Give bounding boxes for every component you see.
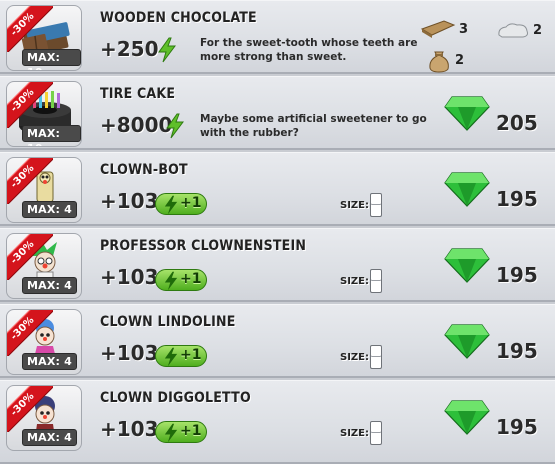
wood-plank-icon bbox=[420, 20, 456, 38]
discount-ribbon: -30% bbox=[7, 310, 53, 356]
gem-price: 195 bbox=[496, 263, 538, 287]
gem-price: 195 bbox=[496, 415, 538, 439]
energy-bolt-icon bbox=[164, 195, 178, 215]
shop-item-clown-bot[interactable]: -30% MAX: 4 CLOWN-BOT +103 +1 SIZE: 195 bbox=[0, 152, 555, 226]
size-indicator bbox=[370, 269, 382, 293]
item-name: CLOWN-BOT bbox=[100, 162, 188, 178]
discount-ribbon: -30% bbox=[7, 82, 53, 128]
gem-icon bbox=[444, 248, 490, 283]
size-label: SIZE: bbox=[340, 276, 370, 287]
sack-icon bbox=[429, 51, 449, 73]
item-thumbnail: -30% MAX: 4 bbox=[6, 309, 82, 375]
size-indicator bbox=[370, 345, 382, 369]
discount-ribbon: -30% bbox=[7, 158, 53, 204]
item-name: CLOWN DIGGOLETTO bbox=[100, 390, 251, 406]
item-thumbnail: -30% MAX: 4 bbox=[6, 385, 82, 451]
energy-bolt-icon bbox=[158, 37, 176, 63]
gem-price: 205 bbox=[496, 111, 538, 135]
item-name: TIRE CAKE bbox=[100, 86, 176, 102]
shop-item-professor-clownenstein[interactable]: -30% MAX: 4 PROFESSOR CLOWNENSTEIN +103 … bbox=[0, 228, 555, 302]
cost-wood: 3 bbox=[420, 19, 468, 39]
item-name: CLOWN LINDOLINE bbox=[100, 314, 236, 330]
energy-bonus-badge: +1 bbox=[155, 421, 207, 443]
shop-item-list: -30% MAX: 10 WOODEN CHOCOLATE +250 For t… bbox=[0, 0, 555, 464]
energy-bolt-icon bbox=[164, 347, 178, 367]
size-label: SIZE: bbox=[340, 428, 370, 439]
energy-value: +103 bbox=[100, 265, 159, 289]
size-label: SIZE: bbox=[340, 200, 370, 211]
shop-item-clown-lindoline[interactable]: -30% MAX: 4 CLOWN LINDOLINE +103 +1 SIZE… bbox=[0, 304, 555, 378]
item-thumbnail: -30% MAX: 10 bbox=[6, 5, 82, 71]
discount-ribbon: -30% bbox=[7, 234, 53, 280]
gem-icon bbox=[444, 96, 490, 131]
cost-sack: 2 bbox=[426, 47, 464, 73]
energy-bonus-badge: +1 bbox=[155, 269, 207, 291]
item-name: WOODEN CHOCOLATE bbox=[100, 10, 257, 26]
shop-item-wooden-chocolate[interactable]: -30% MAX: 10 WOODEN CHOCOLATE +250 For t… bbox=[0, 0, 555, 74]
energy-value: +103 bbox=[100, 417, 159, 441]
shop-item-tire-cake[interactable]: -30% MAX: 10 TIRE CAKE +8000 Maybe some … bbox=[0, 76, 555, 150]
gem-price: 195 bbox=[496, 187, 538, 211]
gem-price: 195 bbox=[496, 339, 538, 363]
energy-bonus-badge: +1 bbox=[155, 345, 207, 367]
item-thumbnail: -30% MAX: 10 bbox=[6, 81, 82, 147]
size-indicator bbox=[370, 193, 382, 217]
item-description: Maybe some artificial sweetener to go wi… bbox=[200, 113, 427, 139]
discount-ribbon: -30% bbox=[7, 6, 53, 52]
max-quantity: MAX: 4 bbox=[22, 277, 78, 294]
energy-value: +8000 bbox=[100, 113, 173, 137]
size-label: SIZE: bbox=[340, 352, 370, 363]
discount-ribbon: -30% bbox=[7, 386, 53, 432]
shop-item-clown-diggoletto[interactable]: -30% MAX: 4 CLOWN DIGGOLETTO +103 +1 SIZ… bbox=[0, 380, 555, 464]
gem-icon bbox=[444, 400, 490, 435]
max-quantity: MAX: 4 bbox=[22, 201, 78, 218]
max-quantity: MAX: 4 bbox=[22, 353, 78, 370]
max-quantity: MAX: 4 bbox=[22, 429, 78, 446]
energy-bonus-badge: +1 bbox=[155, 193, 207, 215]
gem-icon bbox=[444, 324, 490, 359]
max-quantity: MAX: 10 bbox=[22, 49, 81, 70]
item-thumbnail: -30% MAX: 4 bbox=[6, 233, 82, 299]
energy-value: +103 bbox=[100, 341, 159, 365]
energy-value: +103 bbox=[100, 189, 159, 213]
item-thumbnail: -30% MAX: 4 bbox=[6, 157, 82, 223]
energy-bolt-icon bbox=[164, 423, 178, 443]
energy-bolt-icon bbox=[166, 113, 184, 139]
energy-value: +250 bbox=[100, 37, 159, 61]
stone-icon bbox=[498, 23, 528, 38]
max-quantity: MAX: 10 bbox=[22, 125, 81, 146]
gem-icon bbox=[444, 172, 490, 207]
size-indicator bbox=[370, 421, 382, 445]
cost-stone: 2 bbox=[496, 21, 542, 39]
item-description: For the sweet-tooth whose teeth are more… bbox=[200, 37, 418, 63]
energy-bolt-icon bbox=[164, 271, 178, 291]
item-name: PROFESSOR CLOWNENSTEIN bbox=[100, 238, 307, 254]
